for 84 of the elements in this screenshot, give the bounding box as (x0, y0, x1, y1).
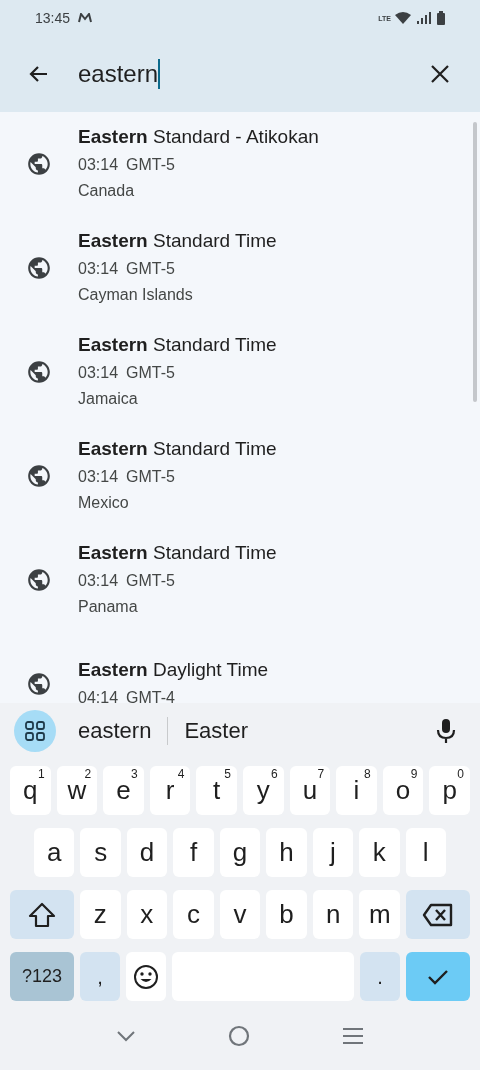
home-icon (228, 1024, 250, 1047)
timezone-name: Eastern Standard Time (78, 333, 277, 357)
apps-button[interactable] (14, 709, 56, 752)
gmt-offset: GMT-5 (126, 571, 175, 591)
gmt-offset: GMT-5 (126, 467, 175, 487)
menu-icon (342, 1026, 364, 1045)
globe-icon (26, 359, 52, 385)
emoji-key[interactable] (126, 952, 166, 1001)
battery-icon (437, 11, 445, 25)
key[interactable]: s (80, 828, 121, 877)
gmt-offset: GMT-4 (126, 688, 175, 703)
timezone-name: Eastern Standard Time (78, 437, 277, 461)
globe-icon (26, 463, 52, 489)
key[interactable]: h (266, 828, 307, 877)
gmt-offset: GMT-5 (126, 363, 175, 383)
signal-icon (417, 12, 431, 24)
key-hint: 8 (364, 768, 371, 780)
timezone-item[interactable]: Eastern Standard Time 03:14 GMT-5 Panama (0, 528, 480, 632)
region-name: Cayman Islands (78, 285, 194, 305)
status-time: 13:45 (35, 8, 71, 28)
timezone-name: Eastern Standard - Atikokan (78, 125, 319, 149)
region-name: Panama (78, 597, 139, 617)
local-time: 03:14 (78, 467, 119, 487)
globe-icon (26, 151, 52, 177)
emoji-icon (133, 963, 159, 990)
hide-keyboard-icon (116, 1029, 136, 1042)
backspace-key[interactable] (406, 890, 471, 939)
region-name: Jamaica (78, 389, 139, 409)
timezone-name: Eastern Standard Time (78, 541, 277, 565)
globe-icon (26, 671, 52, 697)
key[interactable]: a (34, 828, 75, 877)
symbols-key[interactable]: ?123 (10, 952, 74, 1001)
timezone-item[interactable]: Eastern Standard Time 03:14 GMT-5 Mexico (0, 424, 480, 528)
search-field[interactable]: eastern (78, 54, 428, 94)
gmt-offset: GMT-5 (126, 155, 175, 175)
shift-icon (28, 901, 56, 928)
key-hint: 9 (410, 768, 418, 780)
key-hint: 1 (37, 768, 45, 780)
key-hint: 6 (270, 768, 278, 780)
key-hint: 5 (224, 768, 231, 780)
timezone-item[interactable]: Eastern Standard - Atikokan 03:14 GMT-5 Canada (0, 112, 480, 216)
timezone-item[interactable]: Eastern Standard Time 03:14 GMT-5 Jamaica (0, 320, 480, 424)
key-hint: 3 (131, 768, 138, 780)
close-icon (430, 64, 450, 84)
key[interactable]: z (80, 890, 121, 939)
globe-icon (26, 567, 52, 593)
mic-icon (436, 717, 456, 744)
key[interactable]: v (219, 890, 261, 939)
key-hint: 2 (84, 768, 92, 780)
key[interactable]: g (219, 828, 261, 877)
gmt-offset: GMT-5 (126, 259, 175, 279)
key[interactable]: x (126, 890, 168, 939)
globe-icon (26, 255, 52, 281)
local-time: 03:14 (78, 259, 119, 279)
local-time: 04:14 (78, 688, 119, 703)
key[interactable]: . (360, 952, 400, 1001)
shift-key[interactable] (10, 890, 74, 939)
local-time: 03:14 (78, 155, 119, 175)
key[interactable]: d (126, 828, 168, 877)
grid-icon (25, 720, 45, 741)
wifi-icon (395, 12, 411, 24)
region-name: Canada (78, 181, 136, 201)
key[interactable]: l (405, 828, 446, 877)
region-name: Mexico (78, 493, 130, 513)
backspace-icon (422, 902, 455, 927)
timezone-item[interactable]: Eastern Standard Time 03:14 GMT-5 Cayman Islands (0, 216, 480, 320)
key-hint: 4 (177, 768, 185, 780)
key[interactable]: c (173, 890, 214, 939)
key[interactable]: n (312, 890, 354, 939)
timezone-name: Eastern Daylight Time (78, 658, 269, 682)
key-hint: 7 (317, 768, 325, 780)
key[interactable]: f (173, 828, 214, 877)
local-time: 03:14 (78, 363, 119, 383)
key[interactable]: k (359, 828, 400, 877)
timezone-item[interactable]: Eastern Daylight Time 04:14 GMT-4 (0, 632, 480, 703)
timezone-name: Eastern Standard Time (78, 229, 277, 253)
suggestion-chip[interactable]: Easter (184, 714, 248, 747)
key[interactable]: , (80, 952, 120, 1001)
key[interactable]: j (312, 828, 354, 877)
suggestion-chip[interactable]: eastern (78, 714, 152, 747)
key[interactable]: m (359, 890, 401, 939)
local-time: 03:14 (78, 571, 119, 591)
key-hint: 0 (457, 768, 464, 780)
key[interactable]: b (266, 890, 307, 939)
